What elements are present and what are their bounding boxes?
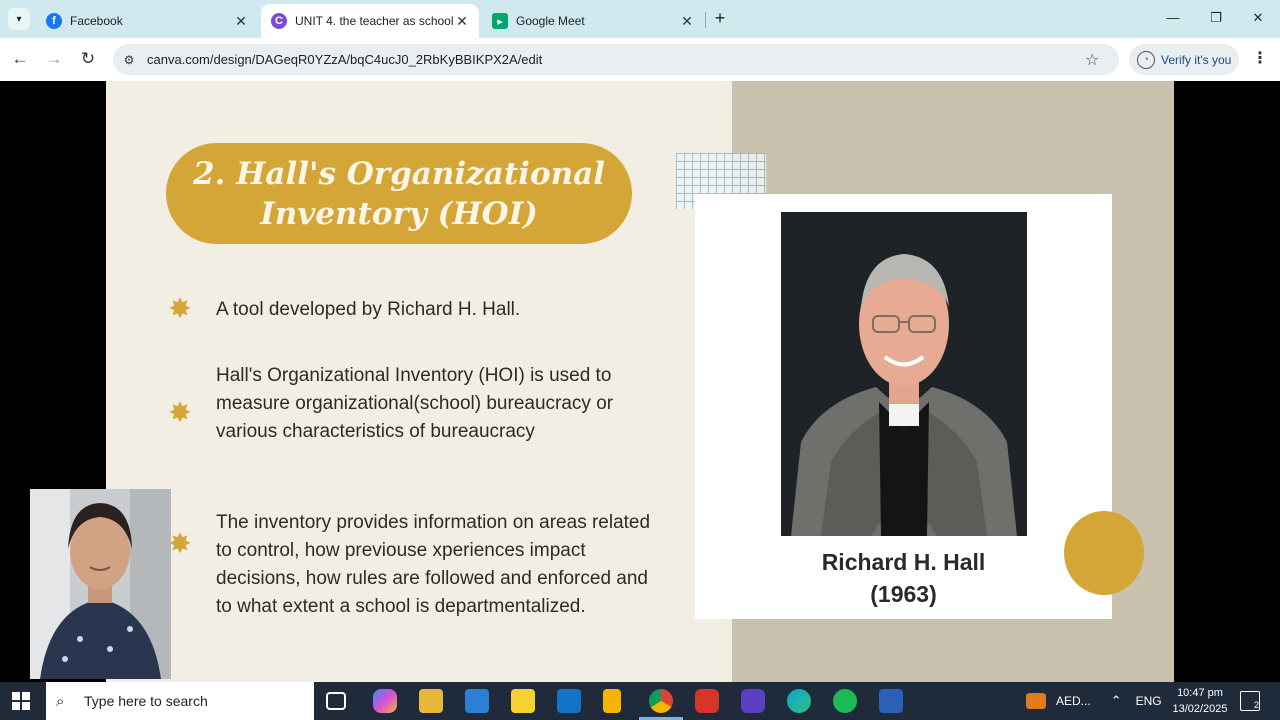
address-bar[interactable]: ⚙ canva.com/design/DAGeqR0YZzA/bqC4ucJ0_…	[113, 44, 1119, 75]
gold-circle-decoration	[1064, 511, 1144, 595]
star-bullet-icon: ✸	[168, 397, 192, 428]
back-arrow-icon[interactable]: ←	[9, 48, 31, 70]
notification-center-icon[interactable]: 2	[1240, 691, 1260, 711]
photo-card: Richard H. Hall (1963)	[695, 194, 1112, 619]
tab-title: UNIT 4. the teacher as school cu	[295, 14, 453, 28]
bullet-text-3: The inventory provides information on ar…	[216, 512, 651, 617]
tab-title: Google Meet	[516, 14, 585, 28]
google-keep-icon[interactable]	[603, 689, 621, 713]
reload-icon[interactable]: ↻	[77, 48, 99, 70]
edge-icon[interactable]	[787, 689, 811, 713]
minimize-icon[interactable]: —	[1163, 8, 1183, 28]
google-meet-icon: ▸	[492, 13, 508, 29]
window-close-icon[interactable]: ✕	[1248, 8, 1268, 28]
close-tab-icon[interactable]: ✕	[678, 13, 696, 30]
page-content: 2. Hall's Organizational Inventory (HOI)…	[0, 81, 1280, 682]
chrome-icon[interactable]	[639, 689, 683, 720]
tray-app-label[interactable]: AED...	[1056, 694, 1091, 708]
slide-title: 2. Hall's Organizational Inventory (HOI)	[166, 143, 632, 244]
bookmark-star-icon[interactable]: ☆	[1085, 50, 1105, 70]
forward-arrow-icon[interactable]: →	[43, 48, 65, 70]
photo-caption: Richard H. Hall (1963)	[695, 546, 1112, 610]
taskbar-clock[interactable]: 10:47 pm 13/02/2025	[1168, 685, 1232, 717]
webcam-overlay	[30, 489, 171, 679]
tab-title: Facebook	[70, 14, 123, 28]
presentation-slide: 2. Hall's Organizational Inventory (HOI)…	[106, 81, 1174, 682]
tab-separator	[705, 12, 706, 28]
taskbar-search-box[interactable]: ⌕ Type here to search	[46, 682, 314, 720]
language-indicator[interactable]: ENG	[1136, 694, 1162, 708]
word-icon[interactable]	[879, 689, 903, 713]
taskbar-search-placeholder: Type here to search	[84, 693, 208, 709]
star-bullet-icon: ✸	[168, 293, 192, 324]
tab-search-dropdown-icon[interactable]: ▾	[8, 8, 30, 30]
tab-facebook[interactable]: f Facebook ✕	[36, 4, 258, 38]
slide-title-line-1: 2. Hall's Organizational	[192, 155, 606, 192]
portrait-photo	[781, 212, 1027, 536]
aed-app-icon[interactable]	[1026, 693, 1046, 709]
new-tab-button[interactable]: +	[710, 8, 730, 28]
url-text[interactable]: canva.com/design/DAGeqR0YZzA/bqC4ucJ0_2R…	[147, 52, 1085, 67]
bullet-text-2: Hall's Organizational Inventory (HOI) is…	[216, 365, 614, 442]
browser-toolbar: ← → ↻ ⚙ canva.com/design/DAGeqR0YZzA/bqC…	[0, 38, 1280, 81]
system-tray: AED... ⌃ ENG	[1026, 682, 1162, 720]
slide-title-line-2: Inventory (HOI)	[260, 195, 538, 232]
windows-start-icon[interactable]	[12, 692, 30, 710]
canva-icon: C	[271, 13, 287, 29]
portrait-illustration	[781, 212, 1027, 536]
clipchamp-icon[interactable]	[741, 689, 765, 713]
more-menu-icon[interactable]: ⋮	[1250, 48, 1270, 70]
browser-tab-strip: ▾ f Facebook ✕ C UNIT 4. the teacher as …	[0, 0, 1280, 38]
clock-date: 13/02/2025	[1172, 703, 1228, 715]
caption-year: (1963)	[870, 581, 937, 607]
outlook-icon[interactable]	[557, 689, 581, 713]
close-tab-icon[interactable]: ✕	[232, 13, 250, 30]
show-hidden-icons-chevron-icon[interactable]: ⌃	[1111, 693, 1122, 709]
notification-count: 2	[1253, 700, 1259, 710]
verify-button[interactable]: ◔ Verify it's you	[1129, 44, 1239, 75]
windows-taskbar: ⌕ Type here to search AED... ⌃ ENG 10:47…	[0, 682, 1280, 720]
sticky-notes-icon[interactable]	[511, 689, 535, 713]
tab-google-meet[interactable]: ▸ Google Meet ✕	[482, 4, 704, 38]
restore-icon[interactable]: ❐	[1206, 8, 1226, 28]
facebook-icon: f	[46, 13, 62, 29]
tab-canva[interactable]: C UNIT 4. the teacher as school cu ✕	[261, 4, 479, 38]
webcam-feed	[30, 489, 171, 679]
spotify-icon[interactable]	[833, 689, 857, 713]
verify-label: Verify it's you	[1161, 52, 1232, 67]
clock-time: 10:47 pm	[1177, 687, 1223, 699]
site-settings-icon[interactable]: ⚙	[121, 53, 137, 67]
search-icon: ⌕	[56, 692, 65, 710]
microsoft-store-icon[interactable]	[465, 689, 489, 713]
file-explorer-icon[interactable]	[419, 689, 443, 713]
caption-name: Richard H. Hall	[821, 549, 986, 575]
bullet-text-1: A tool developed by Richard H. Hall.	[216, 299, 521, 320]
copilot-icon[interactable]	[373, 689, 397, 713]
close-tab-icon[interactable]: ✕	[453, 13, 471, 30]
wps-office-icon[interactable]	[695, 689, 719, 713]
profile-icon: ◔	[1137, 50, 1155, 69]
task-view-icon[interactable]	[326, 692, 346, 710]
